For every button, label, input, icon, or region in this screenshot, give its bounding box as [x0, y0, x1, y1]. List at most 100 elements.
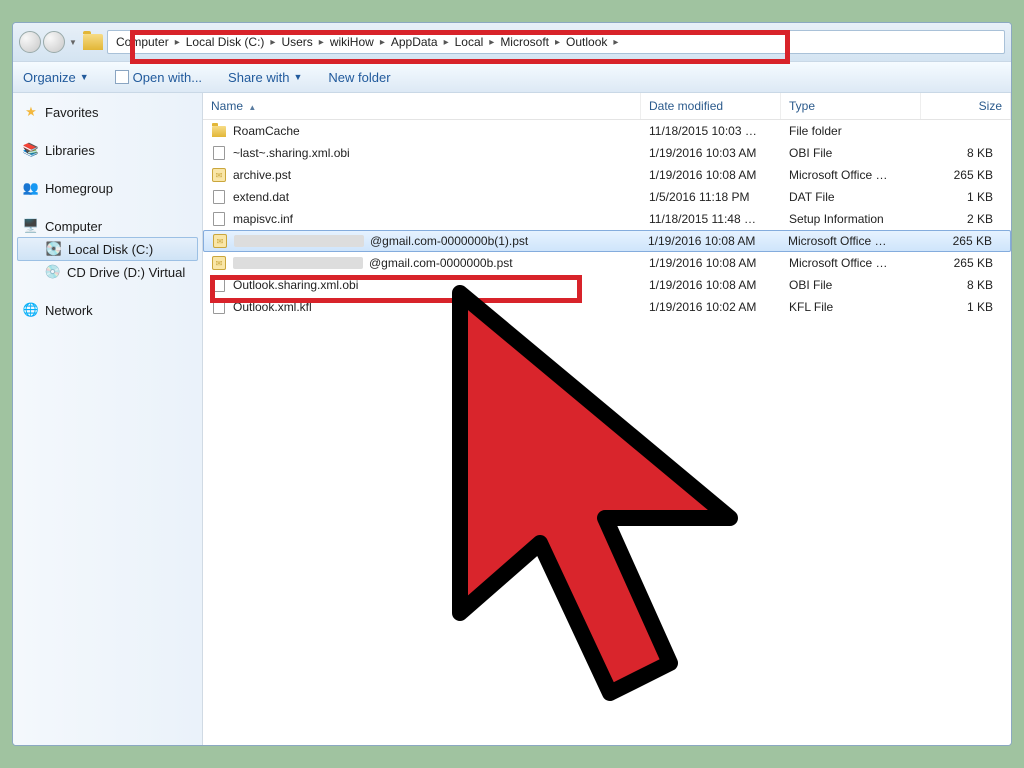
file-size-cell: 1 KB — [921, 188, 1011, 206]
breadcrumb-segment[interactable]: Microsoft — [496, 35, 553, 49]
chevron-right-icon: ▸ — [555, 37, 560, 48]
breadcrumb-segment[interactable]: Users — [277, 35, 316, 49]
chevron-down-icon: ▼ — [80, 72, 89, 82]
file-date-cell: 11/18/2015 11:48 … — [641, 210, 781, 228]
file-type-cell: Microsoft Office … — [781, 254, 921, 272]
share-with-button[interactable]: Share with ▼ — [228, 70, 302, 85]
header-date[interactable]: Date modified — [641, 93, 781, 119]
chevron-right-icon: ▸ — [613, 37, 618, 48]
file-type-cell: KFL File — [781, 298, 921, 316]
open-with-button[interactable]: Open with... — [115, 70, 202, 85]
file-name-cell: ✉@gmail.com-0000000b(1).pst — [204, 231, 640, 251]
file-icon — [211, 277, 227, 293]
file-date-cell: 1/19/2016 10:08 AM — [641, 254, 781, 272]
header-name[interactable]: Name ▲ — [203, 93, 641, 119]
breadcrumb-segment[interactable]: AppData — [387, 35, 442, 49]
file-size-cell: 2 KB — [921, 210, 1011, 228]
sidebar-item-libraries[interactable]: 📚 Libraries — [17, 139, 198, 161]
file-date-cell: 11/18/2015 10:03 … — [641, 122, 781, 140]
sort-ascending-icon: ▲ — [248, 103, 256, 112]
file-icon — [211, 145, 227, 161]
breadcrumb[interactable]: Computer▸Local Disk (C:)▸Users▸wikiHow▸A… — [107, 30, 1005, 54]
redacted-text — [234, 235, 364, 247]
file-row[interactable]: Outlook.sharing.xml.obi 1/19/2016 10:08 A… — [203, 274, 1011, 296]
file-row[interactable]: RoamCache11/18/2015 10:03 …File folder — [203, 120, 1011, 142]
homegroup-icon: 👥 — [23, 180, 39, 196]
file-date-cell: 1/5/2016 11:18 PM — [641, 188, 781, 206]
file-icon — [211, 189, 227, 205]
file-date-cell: 1/19/2016 10:02 AM — [641, 298, 781, 316]
file-row[interactable]: ✉@gmail.com-0000000b(1).pst1/19/2016 10:… — [203, 230, 1011, 252]
file-size-cell: 1 KB — [921, 298, 1011, 316]
file-name-label: ~last~.sharing.xml.obi — [233, 146, 350, 160]
header-size[interactable]: Size — [921, 93, 1011, 119]
sidebar-item-local-disk[interactable]: 💽 Local Disk (C:) — [17, 237, 198, 261]
file-date-cell: 1/19/2016 10:08 AM — [641, 276, 781, 294]
folder-icon — [211, 123, 227, 139]
main-area: ★ Favorites 📚 Libraries 👥 Homegroup 🖥️ — [13, 93, 1011, 745]
sidebar-item-computer[interactable]: 🖥️ Computer — [17, 215, 198, 237]
breadcrumb-segment[interactable]: Local — [451, 35, 488, 49]
file-name-cell: ✉ @gmail.com-0000000b.pst — [203, 253, 641, 273]
history-dropdown-icon[interactable]: ▼ — [69, 34, 79, 50]
breadcrumb-segment[interactable]: Local Disk (C:) — [182, 35, 269, 49]
back-button[interactable] — [19, 31, 41, 53]
chevron-right-icon: ▸ — [444, 37, 449, 48]
computer-icon: 🖥️ — [23, 218, 39, 234]
breadcrumb-segment[interactable]: Computer — [112, 35, 173, 49]
file-size-cell: 8 KB — [921, 276, 1011, 294]
file-size-cell: 8 KB — [921, 144, 1011, 162]
chevron-down-icon: ▼ — [293, 72, 302, 82]
file-type-cell: DAT File — [781, 188, 921, 206]
file-row[interactable]: ~last~.sharing.xml.obi 1/19/2016 10:03 AM… — [203, 142, 1011, 164]
sidebar: ★ Favorites 📚 Libraries 👥 Homegroup 🖥️ — [13, 93, 203, 745]
file-size-cell: 265 KB — [921, 254, 1011, 272]
sidebar-item-network[interactable]: 🌐 Network — [17, 299, 198, 321]
file-size-cell: 265 KB — [921, 166, 1011, 184]
drive-icon: 💽 — [46, 241, 62, 257]
share-with-label: Share with — [228, 70, 289, 85]
file-name-cell: Outlook.xml.kfl — [203, 297, 641, 317]
sidebar-item-homegroup[interactable]: 👥 Homegroup — [17, 177, 198, 199]
file-date-cell: 1/19/2016 10:08 AM — [640, 232, 780, 250]
file-row[interactable]: ✉ archive.pst 1/19/2016 10:08 AMMicrosoft … — [203, 164, 1011, 186]
file-date-cell: 1/19/2016 10:08 AM — [641, 166, 781, 184]
file-row[interactable]: mapisvc.inf 11/18/2015 11:48 …Setup Infor… — [203, 208, 1011, 230]
pst-file-icon: ✉ — [211, 255, 227, 271]
file-date-cell: 1/19/2016 10:03 AM — [641, 144, 781, 162]
chevron-right-icon: ▸ — [270, 37, 275, 48]
breadcrumb-segment[interactable]: wikiHow — [326, 35, 378, 49]
libraries-label: Libraries — [45, 143, 95, 158]
network-label: Network — [45, 303, 93, 318]
sidebar-item-favorites[interactable]: ★ Favorites — [17, 101, 198, 123]
file-name-cell: mapisvc.inf — [203, 209, 641, 229]
file-name-label: archive.pst — [233, 168, 291, 182]
pst-file-icon: ✉ — [211, 167, 227, 183]
chevron-right-icon: ▸ — [380, 37, 385, 48]
file-name-label: Outlook.sharing.xml.obi — [233, 278, 358, 292]
forward-button[interactable] — [43, 31, 65, 53]
file-name-label: @gmail.com-0000000b.pst — [369, 256, 513, 270]
sidebar-item-cd-drive[interactable]: 💿 CD Drive (D:) Virtual — [17, 261, 198, 283]
file-row[interactable]: Outlook.xml.kfl1/19/2016 10:02 AMKFL Fil… — [203, 296, 1011, 318]
open-with-label: Open with... — [133, 70, 202, 85]
chevron-right-icon: ▸ — [319, 37, 324, 48]
file-name-label: mapisvc.inf — [233, 212, 293, 226]
breadcrumb-segment[interactable]: Outlook — [562, 35, 611, 49]
explorer-window: ▼ Computer▸Local Disk (C:)▸Users▸wikiHow… — [12, 22, 1012, 746]
file-type-cell: Setup Information — [781, 210, 921, 228]
file-row[interactable]: ✉ @gmail.com-0000000b.pst 1/19/2016 10:08 … — [203, 252, 1011, 274]
favorites-label: Favorites — [45, 105, 98, 120]
file-row[interactable]: extend.dat1/5/2016 11:18 PMDAT File1 KB — [203, 186, 1011, 208]
file-name-cell: ✉ archive.pst — [203, 165, 641, 185]
file-type-cell: OBI File — [781, 144, 921, 162]
organize-button[interactable]: Organize ▼ — [23, 70, 89, 85]
pst-file-icon: ✉ — [212, 233, 228, 249]
file-type-cell: File folder — [781, 122, 921, 140]
file-type-cell: Microsoft Office … — [781, 166, 921, 184]
file-icon — [211, 299, 227, 315]
header-type[interactable]: Type — [781, 93, 921, 119]
new-folder-button[interactable]: New folder — [328, 70, 390, 85]
content-area: Name ▲ Date modified Type Size RoamCache… — [203, 93, 1011, 745]
open-with-icon — [115, 70, 129, 84]
